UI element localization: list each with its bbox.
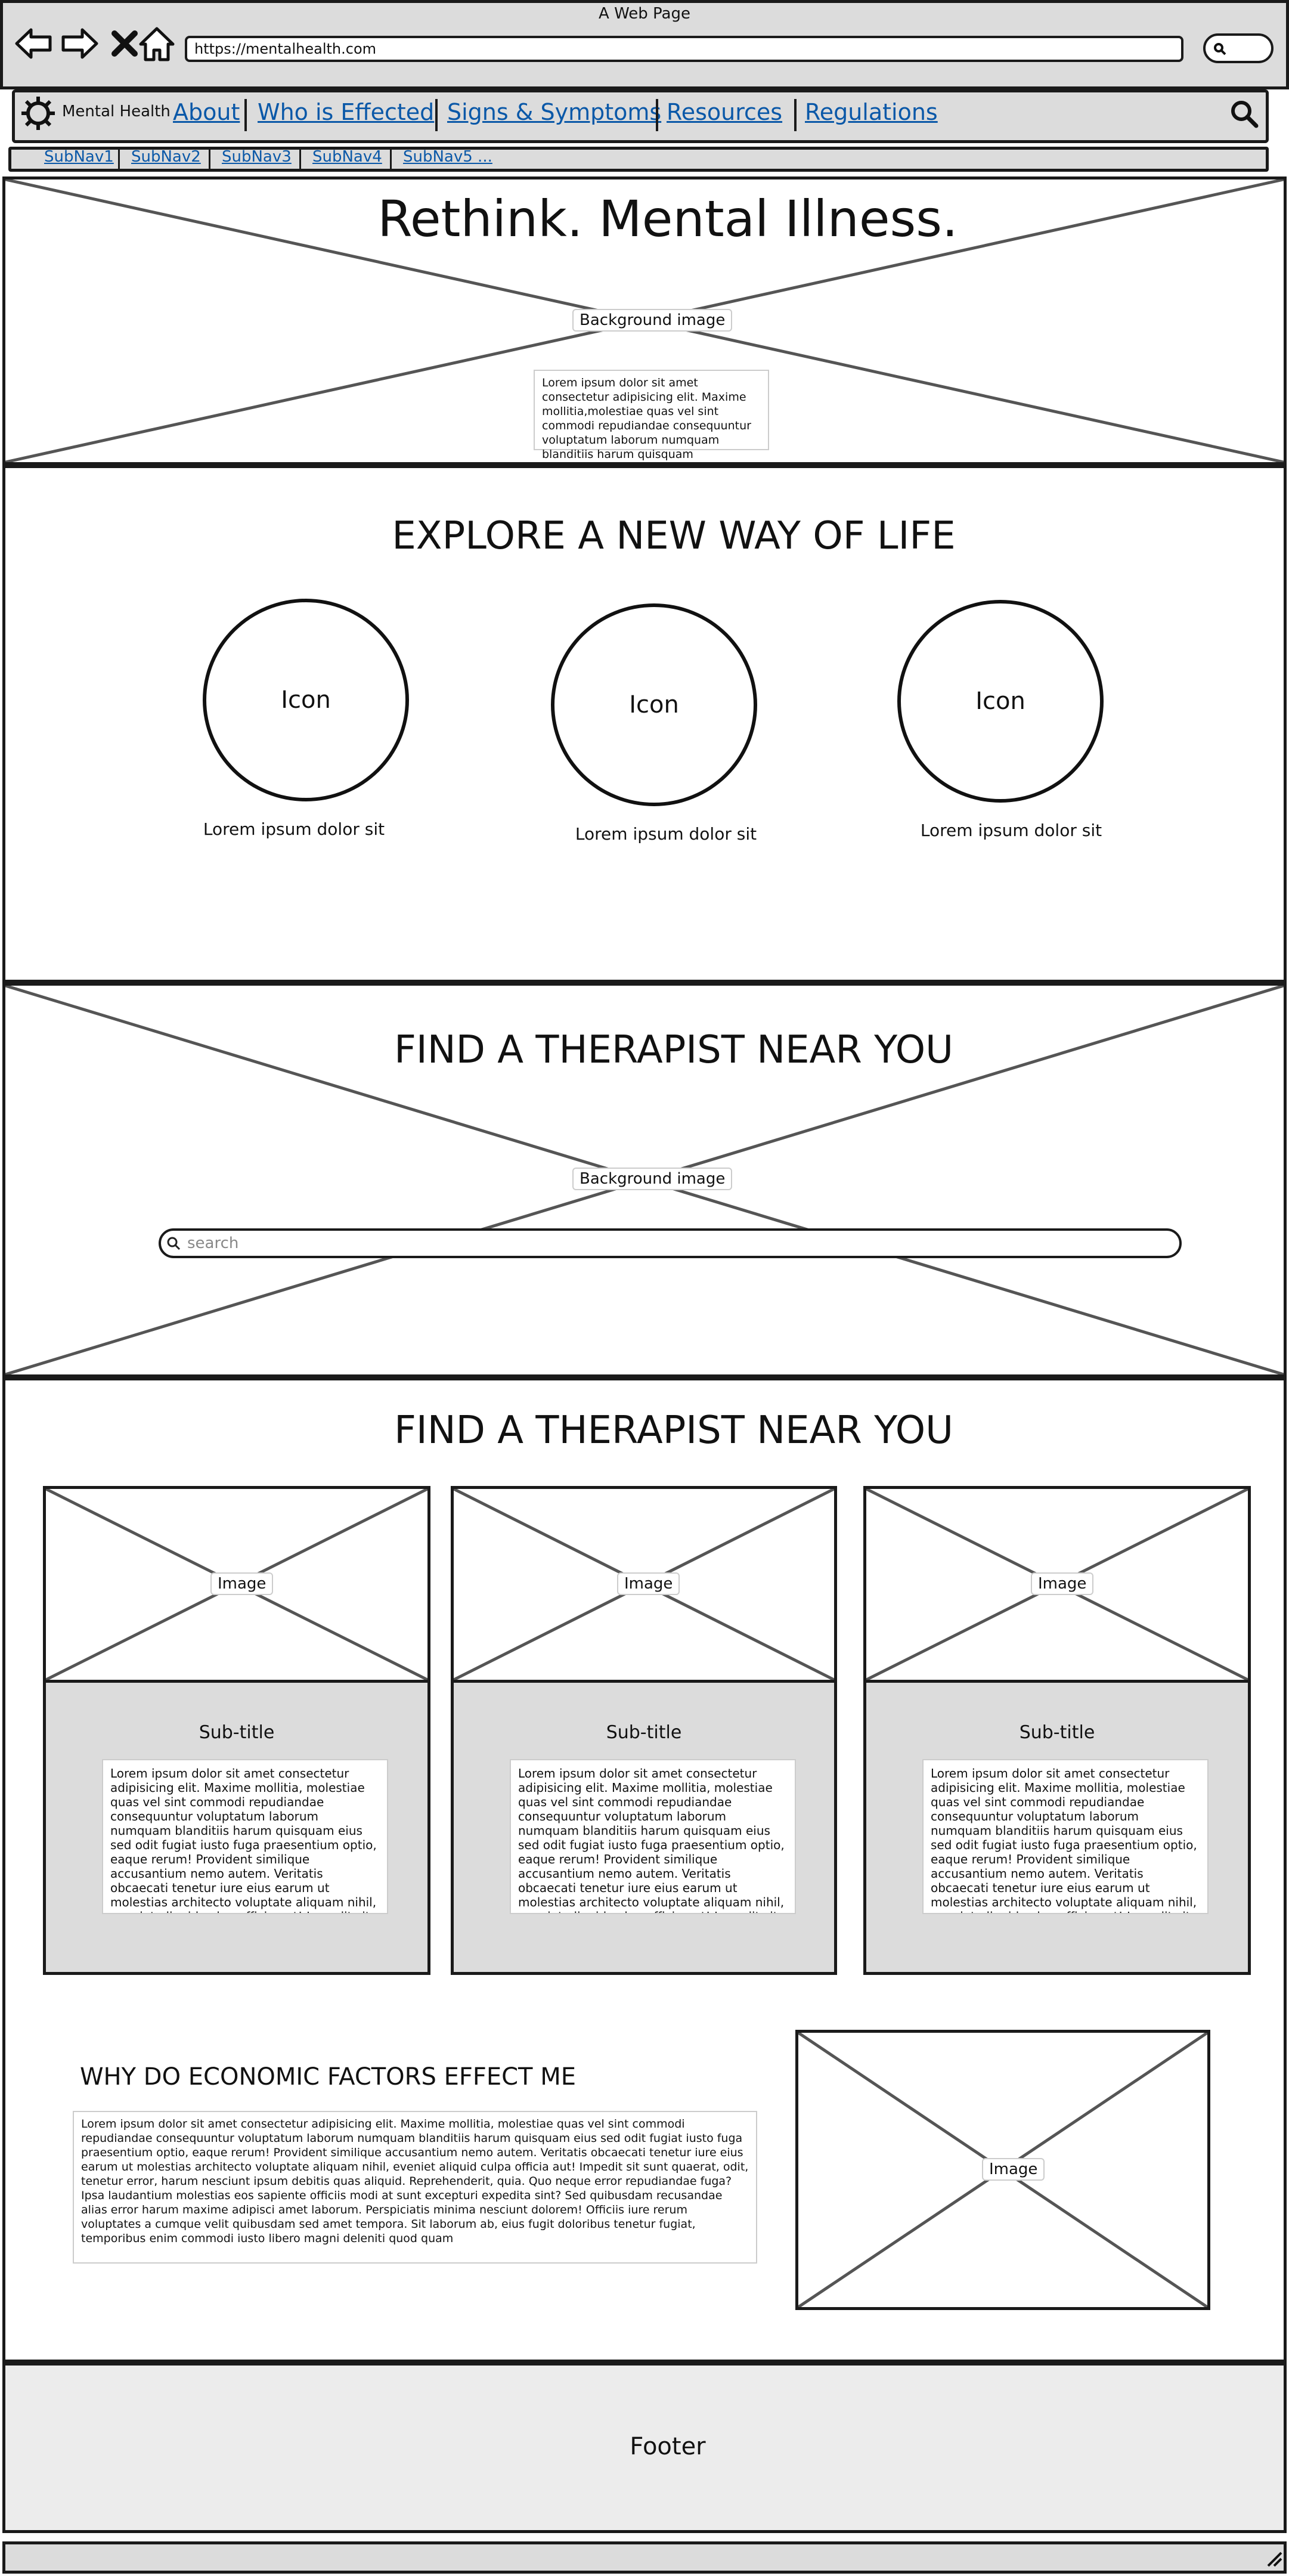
card-body: Sub-title Lorem ipsum dolor sit amet con… bbox=[46, 1683, 427, 1972]
image-label: Image bbox=[982, 2158, 1045, 2181]
card-subtitle: Sub-title bbox=[1019, 1722, 1095, 1743]
subnav-divider bbox=[209, 149, 210, 169]
card-text: Lorem ipsum dolor sit amet consectetur a… bbox=[510, 1759, 796, 1914]
search-icon bbox=[1214, 43, 1226, 55]
therapist-card[interactable]: Image Sub-title Lorem ipsum dolor sit am… bbox=[863, 1486, 1251, 1975]
image-label: Image bbox=[1031, 1572, 1094, 1595]
nav-divider bbox=[656, 99, 658, 131]
nav-divider bbox=[794, 99, 797, 131]
icon-label: Icon bbox=[281, 686, 331, 714]
search-icon[interactable] bbox=[1228, 98, 1259, 129]
image-label: Image bbox=[617, 1572, 680, 1595]
site-logo-text: Mental Health bbox=[62, 103, 171, 120]
subnav-item-4[interactable]: SubNav4 bbox=[312, 148, 382, 166]
nav-divider bbox=[435, 99, 438, 131]
address-bar[interactable]: https://mentalhealth.com bbox=[185, 36, 1183, 62]
explore-title: EXPLORE A NEW WAY OF LIFE bbox=[392, 514, 956, 558]
back-arrow-icon[interactable] bbox=[13, 25, 55, 62]
subnav-item-3[interactable]: SubNav3 bbox=[222, 148, 292, 166]
nav-link-resources[interactable]: Resources bbox=[667, 99, 782, 125]
card-text: Lorem ipsum dolor sit amet consectetur a… bbox=[102, 1759, 388, 1914]
window-title: A Web Page bbox=[599, 5, 690, 23]
therapist-search-title: FIND A THERAPIST NEAR YOU bbox=[394, 1028, 953, 1072]
therapist-search-input[interactable]: search bbox=[159, 1228, 1182, 1258]
therapist-card[interactable]: Image Sub-title Lorem ipsum dolor sit am… bbox=[43, 1486, 430, 1975]
nav-divider bbox=[244, 99, 247, 131]
background-image-label: Background image bbox=[572, 1168, 733, 1190]
subnav-item-2[interactable]: SubNav2 bbox=[131, 148, 201, 166]
nav-link-about[interactable]: About bbox=[173, 99, 240, 125]
background-image-label: Background image bbox=[572, 309, 733, 332]
footer-label: Footer bbox=[630, 2433, 706, 2460]
nav-link-who-is-effected[interactable]: Who is Effected bbox=[258, 99, 434, 125]
card-body: Sub-title Lorem ipsum dolor sit amet con… bbox=[454, 1683, 834, 1972]
subnav-item-1[interactable]: SubNav1 bbox=[44, 148, 114, 166]
gear-icon bbox=[21, 97, 55, 130]
image-label: Image bbox=[210, 1572, 274, 1595]
resize-grip-icon[interactable] bbox=[1263, 2548, 1284, 2568]
card-image-placeholder: Image bbox=[46, 1489, 427, 1683]
browser-status-bar bbox=[2, 2541, 1287, 2574]
card-text: Lorem ipsum dolor sit amet consectetur a… bbox=[922, 1759, 1209, 1914]
card-subtitle: Sub-title bbox=[606, 1722, 682, 1743]
icon-label: Icon bbox=[629, 691, 679, 719]
home-icon[interactable] bbox=[136, 25, 178, 62]
feature-caption: Lorem ipsum dolor sit bbox=[920, 821, 1102, 840]
economic-image-placeholder: Image bbox=[795, 2030, 1210, 2310]
hero-title: Rethink. Mental Illness. bbox=[377, 190, 958, 248]
feature-icon-circle: Icon bbox=[203, 599, 409, 801]
subnav-item-5[interactable]: SubNav5 ... bbox=[403, 148, 492, 166]
economic-factors-title: WHY DO ECONOMIC FACTORS EFFECT ME bbox=[80, 2063, 576, 2091]
economic-factors-text: Lorem ipsum dolor sit amet consectetur a… bbox=[73, 2111, 757, 2264]
feature-caption: Lorem ipsum dolor sit bbox=[575, 824, 757, 844]
card-image-placeholder: Image bbox=[866, 1489, 1248, 1683]
card-image-placeholder: Image bbox=[454, 1489, 834, 1683]
subnav-divider bbox=[390, 149, 392, 169]
hero-text: Lorem ipsum dolor sit amet consectetur a… bbox=[534, 370, 769, 461]
therapist-cards-title: FIND A THERAPIST NEAR YOU bbox=[394, 1408, 953, 1453]
card-subtitle: Sub-title bbox=[199, 1722, 275, 1743]
subnav-divider bbox=[299, 149, 301, 169]
nav-link-signs-symptoms[interactable]: Signs & Symptoms bbox=[447, 99, 661, 125]
feature-icon-circle: Icon bbox=[897, 600, 1104, 803]
subnav-divider bbox=[118, 149, 120, 169]
card-body: Sub-title Lorem ipsum dolor sit amet con… bbox=[866, 1683, 1248, 1972]
search-icon bbox=[167, 1237, 181, 1250]
feature-caption: Lorem ipsum dolor sit bbox=[203, 819, 385, 839]
icon-label: Icon bbox=[975, 688, 1025, 715]
therapist-card[interactable]: Image Sub-title Lorem ipsum dolor sit am… bbox=[451, 1486, 837, 1975]
nav-link-regulations[interactable]: Regulations bbox=[805, 99, 938, 125]
browser-search-field[interactable] bbox=[1203, 33, 1273, 63]
forward-arrow-icon[interactable] bbox=[58, 25, 100, 62]
feature-icon-circle: Icon bbox=[551, 603, 757, 806]
